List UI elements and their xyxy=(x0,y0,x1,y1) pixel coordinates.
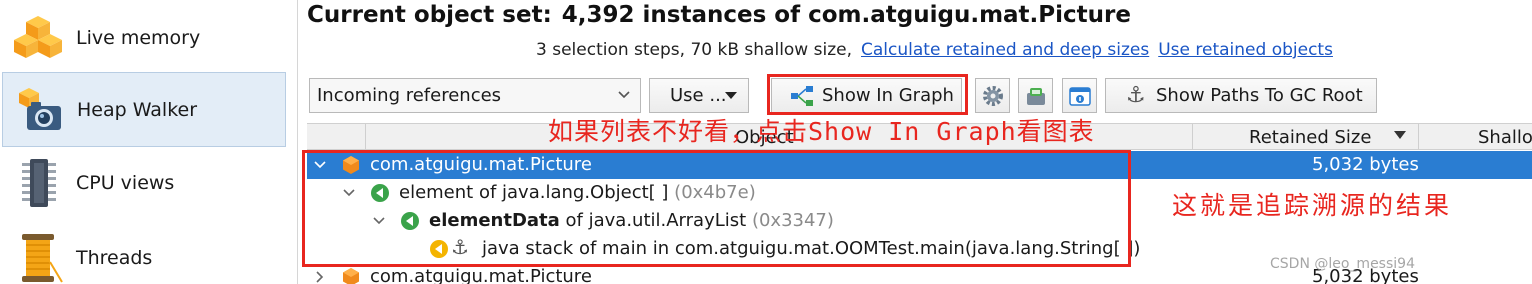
calculate-retained-link[interactable]: Calculate retained and deep sizes xyxy=(861,40,1149,60)
selection-summary: 3 selection steps, 70 kB shallow size, Ca… xyxy=(536,40,1333,60)
graph-button-highlight xyxy=(767,74,968,115)
sidebar-item-label: CPU views xyxy=(76,171,175,194)
title-prefix: Current object set: xyxy=(307,2,552,28)
column-separator xyxy=(1418,124,1419,150)
show-paths-gc-root-button[interactable]: ⚓ Show Paths To GC Root xyxy=(1105,78,1377,113)
threads-spool-icon xyxy=(22,233,63,283)
annotation-trace-result: 这就是追踪溯源的结果 xyxy=(1172,191,1453,220)
class-instance-icon xyxy=(343,268,359,284)
heap-walker-icon xyxy=(19,87,61,130)
use-button-label: Use ... xyxy=(670,85,727,106)
sidebar-item-cpu-views[interactable]: CPU views xyxy=(0,145,298,220)
summary-text: 3 selection steps, 70 kB shallow size, xyxy=(536,40,852,60)
settings-button[interactable] xyxy=(975,78,1010,113)
cpu-chip-icon xyxy=(22,158,56,207)
watermark: CSDN @leo_messi94 xyxy=(1270,256,1415,272)
column-shallow-size[interactable]: Shallo xyxy=(1478,124,1532,150)
view-select[interactable]: Incoming references xyxy=(309,78,641,113)
title-count: 4,392 instances of com.atguigu.mat.Pictu… xyxy=(561,2,1131,28)
anchor-icon: ⚓ xyxy=(1126,83,1146,108)
chevron-right-icon[interactable] xyxy=(314,271,326,283)
chevron-down-icon xyxy=(618,91,630,99)
sort-descending-icon xyxy=(1394,131,1406,139)
column-separator xyxy=(365,124,366,150)
column-separator xyxy=(1192,124,1193,150)
result-tree-highlight xyxy=(302,150,1131,267)
sidebar-item-label: Heap Walker xyxy=(77,98,198,121)
inspect-button[interactable] xyxy=(1018,78,1053,113)
view-select-value: Incoming references xyxy=(317,85,502,106)
live-memory-icon xyxy=(14,15,62,58)
row-retained-size: 5,032 bytes xyxy=(1312,154,1419,175)
info-icon xyxy=(1068,86,1091,106)
column-retained-size[interactable]: Retained Size xyxy=(1249,124,1371,150)
sidebar-item-heap-walker[interactable]: Heap Walker xyxy=(2,72,286,147)
sidebar-item-label: Threads xyxy=(76,246,153,269)
page-title: Current object set: 4,392 instances of co… xyxy=(307,2,1131,28)
sidebar: Live memory Heap Walker CPU views Thread… xyxy=(0,0,298,284)
gear-icon xyxy=(982,85,1003,106)
sidebar-item-label: Live memory xyxy=(76,26,201,49)
sidebar-item-live-memory[interactable]: Live memory xyxy=(0,0,298,75)
show-paths-label: Show Paths To GC Root xyxy=(1156,85,1363,106)
dropdown-arrow-icon xyxy=(725,92,737,99)
row-object-name: com.atguigu.mat.Picture xyxy=(370,266,592,284)
sidebar-item-threads[interactable]: Threads xyxy=(0,220,298,284)
inspector-icon xyxy=(1026,87,1045,105)
use-button[interactable]: Use ... xyxy=(649,78,749,113)
info-button[interactable] xyxy=(1062,78,1097,113)
use-retained-objects-link[interactable]: Use retained objects xyxy=(1158,40,1333,60)
annotation-show-graph: 如果列表不好看，点击Show In Graph看图表 xyxy=(548,117,1095,146)
